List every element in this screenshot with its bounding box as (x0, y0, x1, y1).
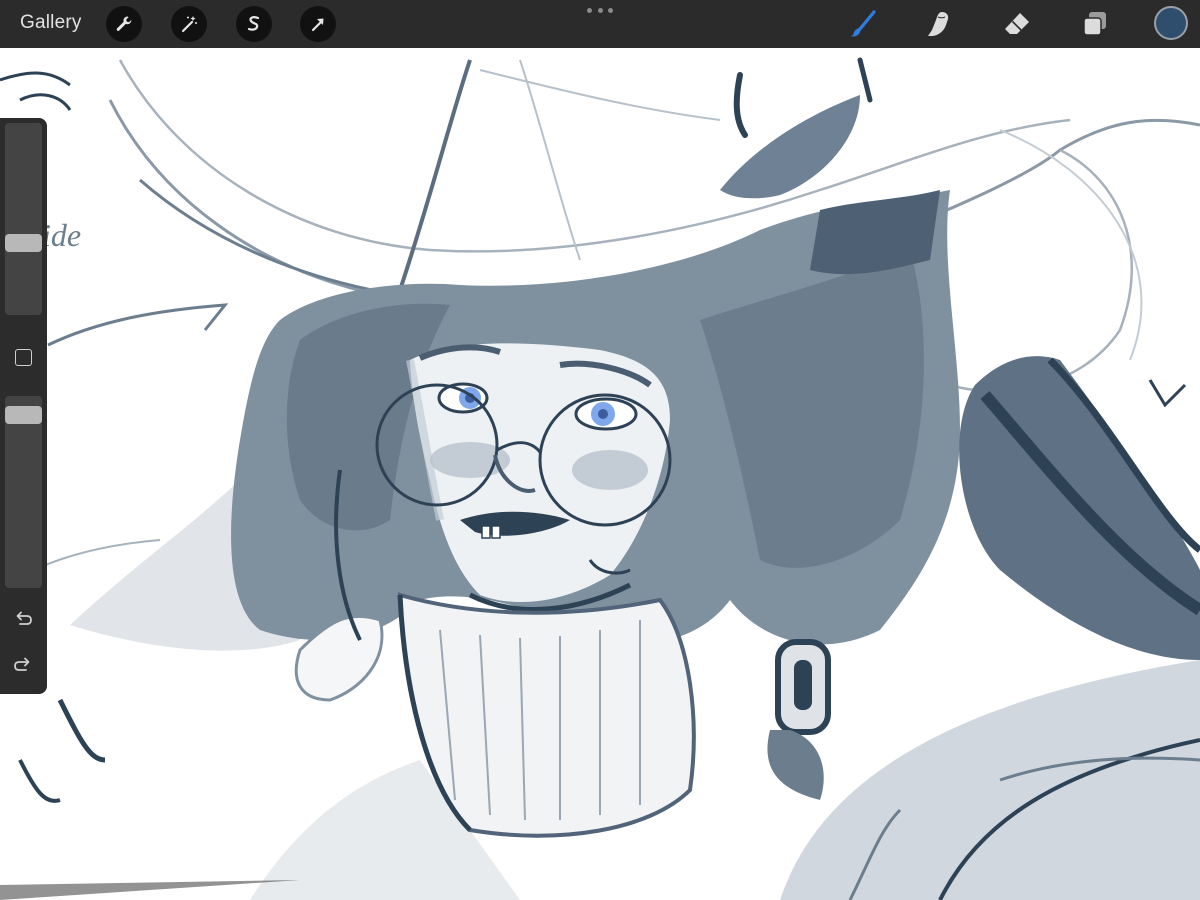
smudge-tool-button[interactable] (922, 8, 956, 40)
adjustments-button[interactable] (171, 6, 207, 42)
color-picker-button[interactable] (1154, 6, 1188, 40)
brush-size-slider[interactable] (5, 123, 42, 315)
top-toolbar: Gallery (0, 0, 1200, 48)
undo-arrow-icon (16, 611, 32, 625)
redo-arrow-icon (14, 657, 30, 671)
wrench-icon (116, 16, 132, 31)
brush-opacity-slider-thumb[interactable] (5, 406, 42, 424)
brush-size-slider-thumb[interactable] (5, 234, 42, 252)
selection-s-icon (247, 16, 260, 31)
gallery-button[interactable]: Gallery (20, 12, 82, 34)
magic-wand-icon (181, 16, 197, 33)
artwork: ide (0, 57, 1200, 900)
square-outline-icon (14, 348, 32, 366)
actions-button[interactable] (106, 6, 142, 42)
toolbar-grabber-icon[interactable] (587, 8, 613, 16)
brush-icon (850, 10, 876, 37)
layers-button[interactable] (1078, 8, 1112, 40)
smudge-finger-icon (928, 12, 949, 36)
redo-button[interactable] (10, 654, 36, 676)
arrow-cursor-icon (311, 18, 324, 32)
selection-button[interactable] (236, 6, 272, 42)
modify-button[interactable] (13, 347, 33, 367)
left-sidebar (0, 118, 47, 694)
undo-button[interactable] (10, 608, 36, 630)
eraser-icon (1005, 13, 1029, 34)
layers-icon (1083, 12, 1106, 36)
sketch-note-text: ide (42, 217, 81, 253)
brush-tool-button[interactable] (846, 8, 880, 40)
drawing-canvas[interactable]: ide (0, 0, 1200, 900)
transform-button[interactable] (300, 6, 336, 42)
brush-opacity-slider[interactable] (5, 396, 42, 588)
eraser-tool-button[interactable] (1000, 8, 1034, 40)
